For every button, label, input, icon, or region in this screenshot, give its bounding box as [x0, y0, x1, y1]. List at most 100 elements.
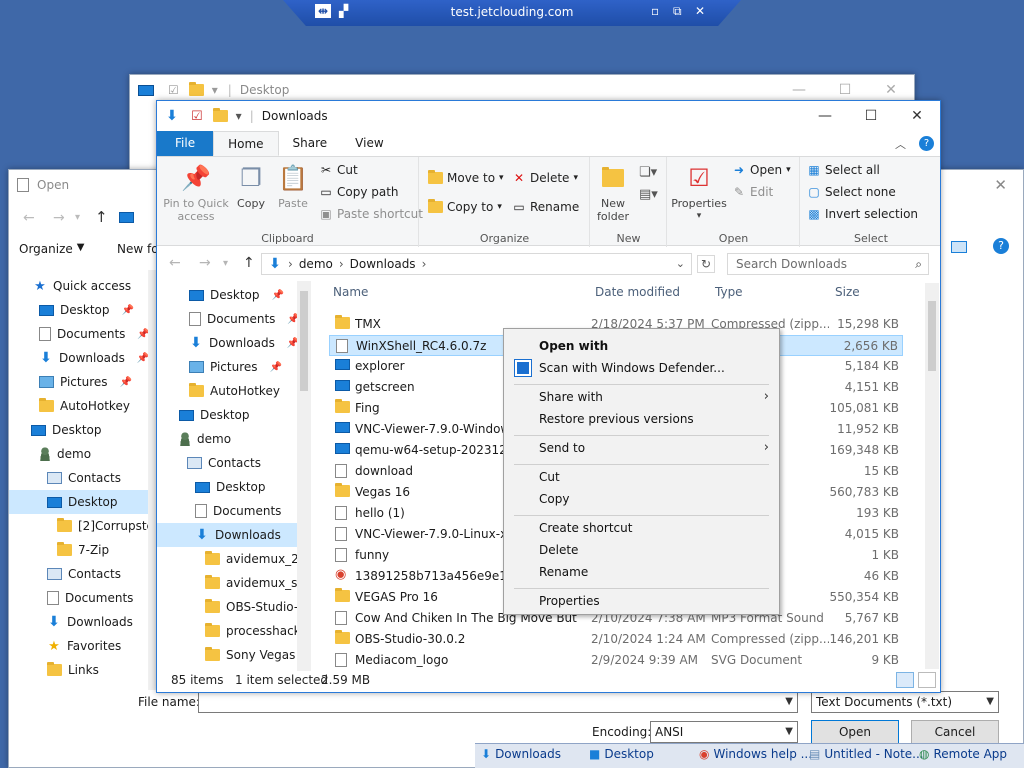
help-icon[interactable]: ? — [993, 238, 1009, 254]
view-icon[interactable] — [951, 241, 967, 253]
open-button[interactable]: ➜ Open ▾ — [732, 163, 791, 177]
nav-item[interactable]: Documents — [157, 499, 297, 523]
pin-quick-access-button[interactable]: 📌 Pin to Quick access — [163, 163, 229, 224]
nav-item[interactable]: Desktop 📌 — [157, 283, 297, 307]
nav-item[interactable]: 7-Zip — [9, 538, 148, 562]
invert-selection-button[interactable]: ▩ Invert selection — [807, 207, 918, 221]
taskbar-item[interactable]: ■ Desktop — [589, 747, 654, 761]
nav-item[interactable]: demo — [157, 427, 297, 451]
column-date-modified[interactable]: Date modified — [595, 285, 680, 307]
files-scrollbar-thumb[interactable] — [928, 301, 936, 371]
taskbar-item[interactable]: ◉ Windows help ... — [699, 747, 812, 761]
delete-button[interactable]: ✕ Delete ▾ — [512, 171, 578, 185]
nav-item[interactable]: AutoHotkey — [9, 394, 148, 418]
new-item-icon[interactable]: ❏▾ — [639, 165, 657, 180]
nav-item[interactable]: ⬇ Downloads 📌 — [157, 331, 299, 355]
filename-input[interactable]: ▼ — [198, 691, 798, 713]
properties-button[interactable]: ☑ Properties ▾ — [670, 163, 728, 223]
menu-item-open-with[interactable]: Open with — [539, 339, 608, 353]
copy-path-button[interactable]: ▭ Copy path — [319, 185, 398, 199]
minimize-icon[interactable]: ▫ — [651, 4, 659, 18]
nav-item[interactable]: avidemux_2.5 — [157, 547, 310, 571]
paste-button[interactable]: 📋 Paste — [273, 163, 313, 211]
taskbar-item[interactable]: ⬇ Downloads — [481, 747, 561, 761]
nav-item[interactable]: Desktop — [9, 490, 148, 514]
nav-item[interactable]: Contacts — [157, 451, 297, 475]
menu-item-delete[interactable]: Delete — [539, 543, 578, 557]
close-button[interactable]: ✕ — [894, 101, 940, 131]
recent-locations-icon[interactable]: ▾ — [223, 258, 228, 269]
copy-button[interactable]: ❐ Copy — [231, 163, 271, 211]
up-button[interactable]: ↑ — [95, 208, 108, 226]
taskbar-item[interactable]: ◍ Remote App — [919, 747, 1007, 761]
nav-item[interactable]: Pictures 📌 — [157, 355, 297, 379]
nav-item[interactable]: ⬇ Downloads — [9, 610, 148, 634]
tab-file[interactable]: File — [157, 131, 214, 156]
new-folder-button[interactable]: New fo — [117, 242, 159, 256]
nav-scrollbar[interactable] — [148, 270, 156, 690]
easy-access-icon[interactable]: ▤▾ — [639, 187, 658, 202]
menu-item-copy[interactable]: Copy — [539, 492, 569, 506]
nav-item[interactable]: Contacts — [9, 466, 148, 490]
menu-item-rename[interactable]: Rename — [539, 565, 588, 579]
menu-item-send-to[interactable]: Send to — [539, 441, 585, 455]
organize-button[interactable]: Organize ▼ — [19, 242, 84, 256]
nav-item[interactable]: Contacts — [9, 562, 148, 586]
menu-item-share-with[interactable]: Share with — [539, 390, 603, 404]
minimize-button[interactable]: — — [802, 101, 848, 131]
column-name[interactable]: Name — [333, 285, 368, 307]
nav-item[interactable]: processhacke — [157, 619, 308, 643]
back-button[interactable]: ← — [169, 255, 181, 271]
nav-item[interactable]: ★ Quick access — [9, 274, 148, 298]
nav-item[interactable]: Sony Vegas P — [157, 643, 306, 667]
nav-item[interactable]: avidemux_sdl — [157, 571, 308, 595]
nav-item[interactable]: Documents 📌 — [9, 322, 148, 346]
menu-item-properties[interactable]: Properties — [539, 594, 600, 608]
nav-item[interactable]: Documents 📌 — [157, 307, 300, 331]
paste-shortcut-button[interactable]: ▣ Paste shortcut — [319, 207, 423, 221]
help-icon[interactable]: ? — [919, 136, 934, 151]
nav-item[interactable]: Desktop — [9, 418, 148, 442]
nav-item[interactable]: ⬇ Downloads — [157, 523, 297, 547]
tab-home[interactable]: Home — [213, 131, 279, 156]
restore-icon[interactable]: ⧉ — [673, 4, 682, 19]
customize-toolbar-icon[interactable]: ▾ — [236, 109, 242, 123]
nav-item[interactable]: Documents — [9, 586, 148, 610]
encoding-select[interactable]: ANSI ▼ — [650, 721, 798, 743]
close-button[interactable]: ✕ — [994, 176, 1007, 194]
open-button[interactable]: Open — [811, 720, 899, 744]
rename-button[interactable]: ▭ Rename — [512, 200, 579, 214]
large-icons-view-icon[interactable] — [918, 672, 936, 688]
filetype-select[interactable]: Text Documents (*.txt) ▼ — [811, 691, 999, 713]
breadcrumb-downloads[interactable]: Downloads — [350, 257, 416, 271]
collapse-ribbon-icon[interactable]: ︿ — [895, 136, 906, 152]
menu-item-restore-previous-versions[interactable]: Restore previous versions — [539, 412, 694, 426]
tab-view[interactable]: View — [341, 131, 397, 156]
nav-item[interactable]: ★ Favorites — [9, 634, 148, 658]
new-folder-quick-icon[interactable] — [212, 108, 228, 122]
nav-item[interactable]: Pictures 📌 — [9, 370, 148, 394]
copy-to-button[interactable]: Copy to ▾ — [428, 199, 502, 214]
properties-quick-icon[interactable]: ☑ — [191, 109, 203, 124]
forward-button[interactable]: → — [199, 255, 211, 271]
maximize-button[interactable]: ☐ — [848, 101, 894, 131]
breadcrumb-demo[interactable]: demo — [299, 257, 333, 271]
details-view-icon[interactable] — [896, 672, 914, 688]
address-dropdown-icon[interactable]: ⌄ — [676, 257, 685, 270]
nav-item[interactable]: Desktop — [157, 403, 297, 427]
cut-button[interactable]: ✂ Cut — [319, 163, 358, 177]
nav-item[interactable]: Desktop 📌 — [9, 298, 148, 322]
recent-dropdown-icon[interactable]: ▾ — [75, 212, 80, 223]
forward-button[interactable]: → — [53, 210, 65, 226]
nav-item[interactable]: Desktop — [157, 475, 297, 499]
search-input[interactable]: Search Downloads ⌕ — [727, 253, 929, 275]
nav-item[interactable]: OBS-Studio-3 — [157, 595, 306, 619]
select-all-button[interactable]: ▦ Select all — [807, 163, 880, 177]
menu-item-cut[interactable]: Cut — [539, 470, 560, 484]
nav-scrollbar[interactable] — [297, 281, 311, 671]
menu-item-create-shortcut[interactable]: Create shortcut — [539, 521, 632, 535]
nav-item[interactable]: ⬇ Downloads 📌 — [9, 346, 148, 370]
files-scrollbar[interactable] — [925, 283, 939, 669]
refresh-icon[interactable]: ↻ — [697, 255, 715, 273]
taskbar-item[interactable]: ▤ Untitled - Note... — [809, 747, 924, 761]
